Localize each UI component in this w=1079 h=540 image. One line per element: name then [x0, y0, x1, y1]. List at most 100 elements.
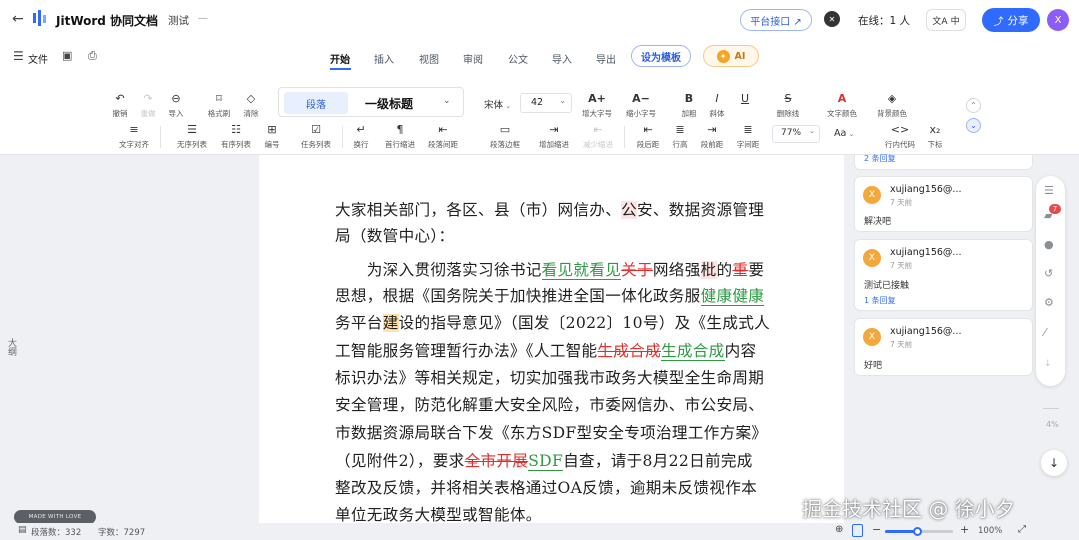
print-icon[interactable]: ⎙	[88, 49, 97, 63]
text-align-button[interactable]: ≡ 文字对齐	[114, 124, 154, 150]
document-line[interactable]: （见附件2），要求全市开展SDF自查，请于8月22日前完成	[335, 451, 753, 471]
ai-button[interactable]: ✦ AI	[703, 45, 759, 67]
globe-icon[interactable]: ⊕	[835, 524, 843, 535]
language-switch[interactable]: 文A 中	[926, 9, 966, 31]
document-line[interactable]: 安全管理，防范化解重大安全风险，市委网信办、市公安局、	[335, 395, 764, 415]
reply-count[interactable]: 1 条回复	[864, 295, 896, 306]
comment-card-partial[interactable]: 2 条回复	[854, 153, 1033, 170]
line-break-button[interactable]: ↵ 换行	[344, 124, 378, 150]
toolbar-divider	[160, 126, 161, 148]
back-arrow-icon[interactable]: ←	[12, 11, 24, 27]
tab-export[interactable]: 导出	[596, 51, 616, 66]
file-menu[interactable]: 文件	[28, 51, 48, 66]
tab-review[interactable]: 审阅	[463, 51, 483, 66]
style-preset-heading1[interactable]: 一级标题	[365, 95, 413, 112]
task-list-button[interactable]: ☑ 任务列表	[296, 124, 336, 150]
watermark-text: 掘金技术社区 @ 徐小夕	[802, 497, 1015, 521]
paragraph-spacing-button[interactable]: ⇤ 段落间距	[423, 124, 463, 150]
save-icon[interactable]: ▣	[62, 49, 72, 62]
page-view-icon[interactable]	[852, 524, 863, 537]
document-line[interactable]: 工智能服务管理暂行办法》《人工智能生成合成生成合成内容	[335, 341, 756, 361]
close-circle-button[interactable]: ✕	[824, 11, 840, 27]
increase-font-button[interactable]: A+ 增大字号	[580, 93, 614, 119]
tab-import[interactable]: 导入	[552, 51, 572, 66]
magic-wand-icon[interactable]: ⁄	[1044, 326, 1046, 339]
space-after-button[interactable]: ⇤ 段后距	[631, 124, 665, 150]
user-avatar[interactable]: X	[1047, 9, 1069, 31]
bullet-list-button[interactable]: ☰ 无序列表	[172, 124, 212, 150]
format-painter-button[interactable]: ⌑ 格式刷	[202, 93, 236, 119]
comment-card[interactable]: X xujiang156@... 7 天前 测试已接触 1 条回复	[854, 239, 1033, 311]
zoom-slider[interactable]	[885, 527, 953, 536]
set-as-template-button[interactable]: 设为模板	[631, 45, 691, 67]
zoom-out-icon[interactable]: −	[872, 523, 881, 536]
zoom-select[interactable]: 77% ⌄	[772, 125, 820, 143]
online-count: 在线：1 人	[858, 15, 911, 27]
ai-spark-icon: ✦	[716, 49, 730, 63]
font-family-select[interactable]: 宋体 ⌄	[484, 97, 511, 111]
reply-count[interactable]: 2 条回复	[864, 153, 896, 164]
document-line[interactable]: 标识办法》等相关规定，切实加强我市政务大模型全生命周期	[335, 368, 764, 388]
tab-official-doc[interactable]: 公文	[508, 51, 528, 66]
document-line[interactable]: 务平台建设的指导意见》（国发〔2022〕10号）及《生成式人	[335, 313, 770, 333]
import-button[interactable]: ⊖ 导入	[159, 93, 193, 119]
arrow-icon[interactable]: ↓	[1044, 359, 1052, 369]
text-run: （见附件2），要求	[335, 452, 465, 470]
font-size-select[interactable]: 42 ⌄	[520, 93, 572, 113]
border-icon: ▭	[499, 123, 511, 136]
history-icon[interactable]: ↺	[1044, 267, 1053, 280]
clear-format-button[interactable]: ◇ 清除	[234, 93, 268, 119]
comment-card[interactable]: X xujiang156@... 7 天前 解决吧	[854, 176, 1033, 232]
style-preset-paragraph[interactable]: 段落	[284, 92, 348, 114]
document-page[interactable]: 大家相关部门，各区、县（市）网信办、公安、数据资源管理 局（数管中心）： 为深入贯…	[259, 155, 844, 523]
share-button[interactable]: ⤴ 分享	[982, 8, 1040, 32]
paragraph-style-select[interactable]: 段落 一级标题 ⌄	[278, 87, 464, 117]
tab-start[interactable]: 开始	[330, 51, 350, 66]
chevron-down-icon[interactable]: ⌄	[443, 96, 451, 106]
chevron-down-icon: ⌄	[846, 130, 855, 138]
document-line[interactable]: 大家相关部门，各区、县（市）网信办、公安、数据资源管理	[335, 200, 764, 220]
paragraph-border-button[interactable]: ▭ 段落边框	[480, 124, 530, 150]
document-line[interactable]: 局（数管中心）：	[335, 226, 454, 246]
text-run: 市数据资源局联合下发《东方SDF型安全专项治理工作方案》	[335, 424, 768, 442]
text-color-button[interactable]: A 文字颜色	[825, 93, 859, 119]
document-line[interactable]: 单位无政务大模型或智能体。	[335, 505, 542, 523]
zoom-slider-thumb[interactable]	[913, 527, 922, 536]
settings-icon[interactable]: ⚙	[1044, 296, 1054, 309]
zoom-in-icon[interactable]: +	[960, 523, 969, 536]
text-run: 自查，请于8月22日前完成	[563, 452, 753, 470]
document-line[interactable]: 思想，根据《国务院关于加快推进全国一体化政务服健康健康	[335, 286, 765, 306]
fullscreen-icon[interactable]: ⤢	[1018, 524, 1026, 535]
text-case-button[interactable]: Aa ⌄	[834, 128, 854, 139]
list-icon[interactable]: ☰	[1044, 184, 1054, 197]
space-before-button[interactable]: ⇥ 段前距	[695, 124, 729, 150]
strikethrough-button[interactable]: S 删除线	[771, 93, 805, 119]
ordered-list-button[interactable]: ☷ 有序列表	[216, 124, 256, 150]
tab-insert[interactable]: 插入	[374, 51, 394, 66]
underline-button[interactable]: U	[728, 93, 762, 108]
document-line[interactable]: 为深入贯彻落实习徐书记看见就看见关于网络强枇的重要	[335, 260, 764, 280]
outline-toggle[interactable]: 大纲	[4, 338, 16, 356]
document-line[interactable]: 整改及反馈，并将相关表格通过OA反馈，逾期未反馈视作本	[335, 478, 757, 498]
toolbar-scroll-down[interactable]: ⌄	[966, 118, 981, 133]
increase-indent-button[interactable]: ⇥ 增加缩进	[534, 124, 574, 150]
decrease-font-button[interactable]: A− 缩小字号	[624, 93, 658, 119]
background-color-button[interactable]: ◈ 背景颜色	[875, 93, 909, 119]
line-height-button[interactable]: ≣ 行高	[663, 124, 697, 150]
scroll-to-bottom-button[interactable]: ↓	[1041, 450, 1067, 476]
info-icon[interactable]: ●	[1044, 238, 1054, 251]
platform-api-button[interactable]: 平台接口 ↗	[740, 9, 812, 31]
first-line-indent-button[interactable]: ¶ 首行缩进	[380, 124, 420, 150]
document-title[interactable]: 测试	[168, 13, 189, 28]
toolbar-scroll-up[interactable]: ⌃	[966, 98, 981, 113]
subscript-button[interactable]: x₂ 下标	[918, 124, 952, 150]
inline-code-button[interactable]: <> 行内代码	[880, 124, 920, 150]
comment-card[interactable]: X xujiang156@... 7 天前 好吧	[854, 318, 1033, 376]
document-line[interactable]: 市数据资源局联合下发《东方SDF型安全专项治理工作方案》	[335, 423, 767, 443]
spacing-icon: ⇤	[438, 123, 448, 136]
tab-view[interactable]: 视图	[419, 51, 439, 66]
decrease-indent-button[interactable]: ⇤ 减少缩进	[578, 124, 618, 150]
letter-spacing-button[interactable]: ≣ 字间距	[731, 124, 765, 150]
hamburger-icon[interactable]: ☰	[13, 49, 24, 63]
numbering-button[interactable]: ⊞ 编号	[255, 124, 289, 150]
